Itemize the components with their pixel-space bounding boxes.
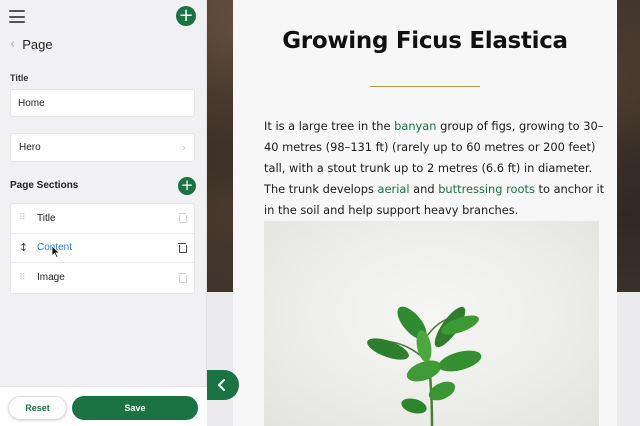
section-item-label: Content <box>37 242 73 254</box>
banyan-link[interactable]: banyan <box>394 119 436 133</box>
hero-label: Hero <box>19 142 41 153</box>
move-handle-icon[interactable]: ↕ <box>19 241 29 254</box>
paragraph-text: It is a large tree in the <box>264 119 395 133</box>
page-sections-heading: Page Sections <box>10 180 79 191</box>
section-item-label: Image <box>37 272 65 284</box>
add-page-button[interactable]: + <box>176 6 196 26</box>
section-item-label: Title <box>37 212 56 224</box>
section-item-content[interactable]: ↕ Content <box>11 234 194 263</box>
article-title: Growing Ficus Elastica <box>282 28 568 54</box>
back-button[interactable]: ‹ Page <box>10 36 53 52</box>
add-section-button[interactable]: + <box>178 177 196 195</box>
chevron-right-icon: › <box>181 141 186 154</box>
article-paragraph: It is a large tree in the banyan group o… <box>264 116 609 221</box>
title-field-label: Title <box>10 73 29 83</box>
section-list: ⠿ Title ↕ Content ⠿ Image <box>10 203 195 294</box>
buttressing-roots-link[interactable]: buttressing roots <box>438 182 535 196</box>
chevron-left-icon <box>218 379 225 391</box>
trash-icon[interactable] <box>178 272 187 283</box>
trash-icon[interactable] <box>178 242 187 253</box>
title-input[interactable] <box>10 89 195 117</box>
hamburger-menu-icon[interactable] <box>9 10 25 23</box>
panel-title: Page <box>22 36 53 52</box>
hero-section-link[interactable]: Hero › <box>10 133 195 162</box>
aerial-link[interactable]: aerial <box>378 182 410 196</box>
editor-sidebar: + ‹ Page Title Hero › Page Sections + ⠿ … <box>0 0 207 426</box>
drag-handle-icon[interactable]: ⠿ <box>19 273 29 283</box>
action-bar: Reset Save <box>0 386 207 426</box>
page-preview: Growing Ficus Elastica It is a large tre… <box>207 0 640 426</box>
section-item-title[interactable]: ⠿ Title <box>11 204 194 234</box>
save-button[interactable]: Save <box>72 396 198 420</box>
collapse-sidebar-button[interactable] <box>207 370 239 400</box>
chevron-left-icon: ‹ <box>10 36 16 52</box>
section-item-image[interactable]: ⠿ Image <box>11 263 194 293</box>
title-divider <box>370 86 480 87</box>
drag-handle-icon[interactable]: ⠿ <box>19 213 29 223</box>
ficus-plant-image <box>264 221 599 426</box>
trash-icon[interactable] <box>178 213 187 224</box>
paragraph-text: and <box>409 182 439 196</box>
reset-button[interactable]: Reset <box>8 396 67 420</box>
content-section: Growing Ficus Elastica It is a large tre… <box>233 0 617 426</box>
